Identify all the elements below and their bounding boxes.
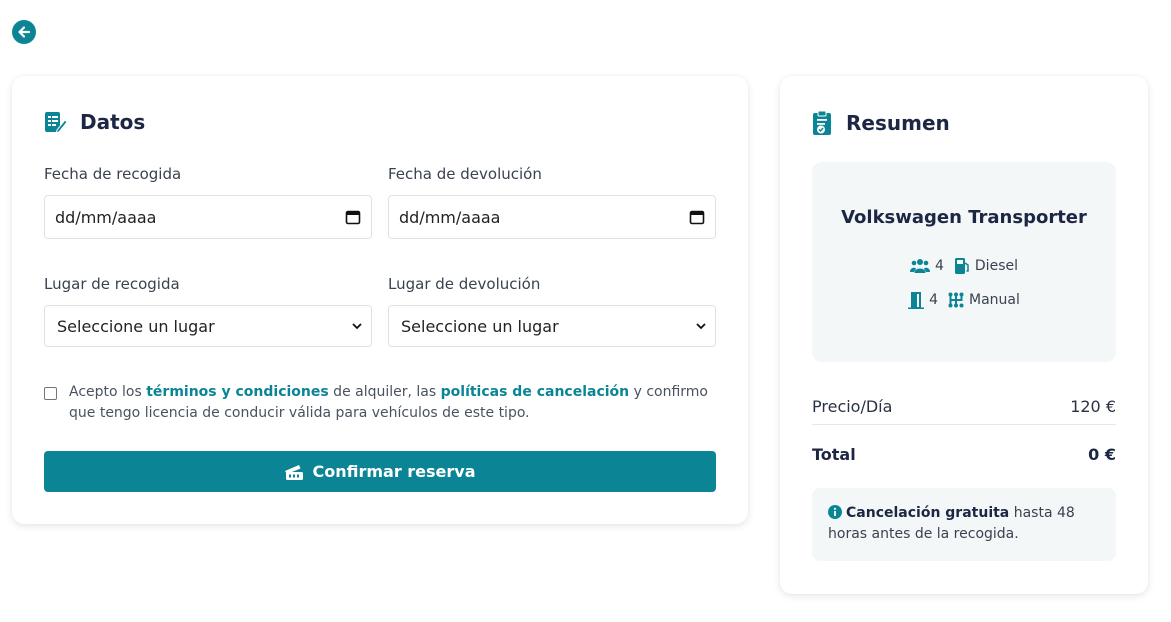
terms-text: Acepto los términos y condiciones de alq… — [69, 382, 724, 424]
price-per-day-label: Precio/Día — [812, 397, 893, 416]
total-row: Total 0 € — [812, 445, 1116, 464]
price-per-day-value: 120 € — [1070, 397, 1116, 416]
fuel-value: Diesel — [974, 258, 1018, 274]
return-date-value: dd/mm/aaaa — [399, 207, 501, 227]
pickup-date-input[interactable]: dd/mm/aaaa — [44, 195, 372, 239]
total-value: 0 € — [1088, 445, 1116, 464]
doors-value: 4 — [929, 292, 939, 308]
pickup-place-select[interactable]: Seleccione un lugar — [44, 305, 372, 347]
summary-card: Resumen Volkswagen Transporter 4 Diesel … — [780, 76, 1148, 594]
divider — [812, 424, 1116, 425]
return-date-input[interactable]: dd/mm/aaaa — [388, 195, 716, 239]
total-label: Total — [812, 445, 856, 464]
fuel-spec: Diesel — [954, 257, 1018, 275]
return-date-label: Fecha de devolución — [388, 165, 542, 183]
resumen-heading: Resumen — [812, 110, 950, 136]
gear-shift-icon — [948, 292, 964, 308]
doors-spec: 4 — [908, 291, 938, 309]
arrow-left-icon — [18, 26, 31, 38]
booking-form-card: Datos Fecha de recogida dd/mm/aaaa Fecha… — [12, 76, 748, 524]
ticket-icon — [285, 464, 304, 480]
calendar-icon[interactable] — [689, 209, 705, 225]
terms-checkbox[interactable] — [44, 387, 57, 400]
info-icon — [828, 505, 842, 519]
cancellation-policy-link[interactable]: políticas de cancelación — [441, 384, 630, 400]
fuel-pump-icon — [954, 258, 969, 274]
transmission-spec: Manual — [948, 291, 1020, 309]
form-edit-icon — [45, 112, 68, 134]
datos-heading: Datos — [44, 110, 145, 134]
return-place-select[interactable]: Seleccione un lugar — [388, 305, 716, 347]
clipboard-check-icon — [813, 110, 831, 135]
vehicle-name: Volkswagen Transporter — [841, 207, 1087, 228]
seats-value: 4 — [934, 258, 944, 274]
back-button[interactable] — [12, 20, 36, 44]
terms-text-part: Acepto los — [69, 384, 147, 400]
chevron-down-icon — [696, 323, 706, 330]
terms-link[interactable]: términos y condiciones — [146, 384, 329, 400]
calendar-icon[interactable] — [345, 209, 361, 225]
resumen-title: Resumen — [846, 111, 950, 135]
users-icon — [909, 259, 930, 273]
return-place-label: Lugar de devolución — [388, 275, 541, 293]
terms-agreement: Acepto los términos y condiciones de alq… — [44, 382, 724, 424]
datos-title: Datos — [80, 110, 146, 134]
door-icon — [908, 292, 925, 309]
confirm-reservation-button[interactable]: Confirmar reserva — [44, 451, 716, 492]
cancellation-note: Cancelación gratuita hasta 48 horas ante… — [812, 488, 1116, 561]
pickup-date-value: dd/mm/aaaa — [55, 207, 157, 227]
pickup-place-value: Seleccione un lugar — [57, 316, 215, 336]
seats-spec: 4 — [909, 257, 944, 275]
chevron-down-icon — [352, 323, 362, 330]
vehicle-specs-row: 4 Diesel — [812, 257, 1116, 275]
pickup-date-label: Fecha de recogida — [44, 165, 182, 183]
vehicle-summary: Volkswagen Transporter 4 Diesel 4 Manual — [812, 162, 1116, 362]
vehicle-specs-row: 4 Manual — [812, 291, 1116, 309]
transmission-value: Manual — [969, 292, 1020, 308]
pickup-place-label: Lugar de recogida — [44, 275, 180, 293]
confirm-reservation-label: Confirmar reserva — [312, 462, 476, 481]
price-per-day-row: Precio/Día 120 € — [812, 397, 1116, 416]
cancellation-note-bold: Cancelación gratuita — [846, 505, 1010, 521]
return-place-value: Seleccione un lugar — [401, 316, 559, 336]
terms-text-part: de alquiler, las — [328, 384, 441, 400]
